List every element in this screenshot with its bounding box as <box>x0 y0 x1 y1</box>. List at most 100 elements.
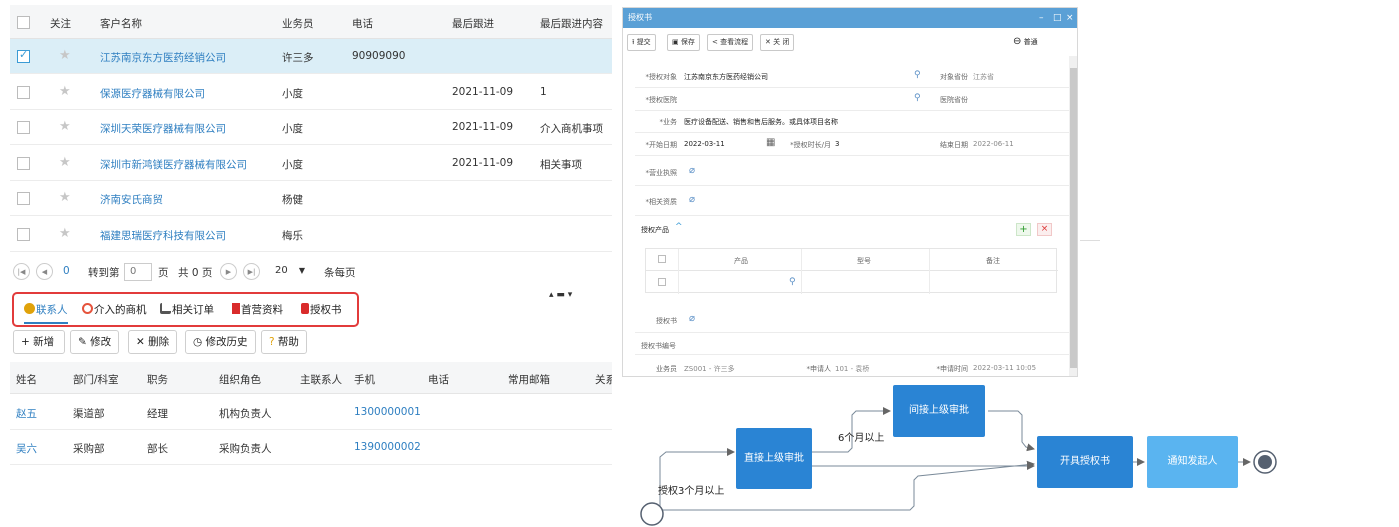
header-contact-name[interactable]: 姓名 <box>16 372 37 387</box>
select-all-checkbox[interactable] <box>17 16 30 29</box>
customer-name-link[interactable]: 保源医疗器械有限公司 <box>100 86 205 101</box>
first-page-icon[interactable]: |◀ <box>13 263 30 280</box>
search-icon[interactable]: ⚲ <box>914 93 921 103</box>
search-icon[interactable]: ⚲ <box>789 277 796 287</box>
contact-name-link[interactable]: 赵五 <box>16 406 37 421</box>
letter-no-label: 授权书编号 <box>641 342 676 350</box>
business-value[interactable]: 医疗设备配送、销售和售后服务。或具体项目名称 <box>684 117 838 127</box>
chevron-up-icon[interactable]: ^ <box>675 222 683 232</box>
months-value[interactable]: 3 <box>835 140 839 148</box>
calendar-icon[interactable]: ▦ <box>766 137 775 148</box>
mode-label: 普通 <box>1023 38 1038 46</box>
contact-name-link[interactable]: 吴六 <box>16 441 37 456</box>
history-button[interactable]: ◷ 修改历史 <box>185 330 256 354</box>
header-main-contact[interactable]: 主联系人 <box>300 372 342 387</box>
header-customer-name[interactable]: 客户名称 <box>100 16 142 31</box>
row-checkbox[interactable] <box>17 192 30 205</box>
table-row[interactable]: ★ 江苏南京东方医药经销公司 许三多 90909090 <box>10 39 612 74</box>
mobile-cell[interactable]: 1390000002 <box>354 441 421 453</box>
table-row[interactable]: ★ 福建思瑞医疗科技有限公司 梅乐 <box>10 217 612 252</box>
close-label: 关 闭 <box>773 38 790 46</box>
header-last-follow-content[interactable]: 最后跟进内容 <box>540 16 603 31</box>
direct-approval-node[interactable]: 直接上级审批 <box>736 428 812 489</box>
row-checkbox[interactable] <box>17 156 30 170</box>
star-icon[interactable]: ★ <box>59 190 71 205</box>
search-icon[interactable]: ⚲ <box>914 70 921 80</box>
header-phone[interactable]: 电话 <box>352 16 373 31</box>
add-row-icon[interactable]: + <box>1016 223 1031 236</box>
customer-name-link[interactable]: 福建思瑞医疗科技有限公司 <box>100 228 226 243</box>
tab-authorization[interactable]: 授权书 <box>301 302 342 317</box>
issue-letter-node[interactable]: 开具授权书 <box>1037 436 1133 488</box>
header-email[interactable]: 常用邮箱 <box>508 372 550 387</box>
header-last-follow[interactable]: 最后跟进 <box>452 16 494 31</box>
prev-page-icon[interactable]: ◀ <box>36 263 53 280</box>
star-icon[interactable]: ★ <box>59 155 71 170</box>
header-relation[interactable]: 关系 <box>595 372 612 387</box>
add-button[interactable]: + 新增 <box>13 330 65 354</box>
start-date-value[interactable]: 2022-03-11 <box>684 140 725 148</box>
edit-button[interactable]: ✎ 修改 <box>70 330 120 354</box>
page-size-select[interactable]: 20 ▼ <box>270 263 320 281</box>
close-icon[interactable]: × <box>1066 8 1074 28</box>
row-checkbox[interactable] <box>17 227 30 241</box>
maximize-icon[interactable]: □ <box>1053 8 1062 28</box>
customer-name-link[interactable]: 深圳天荣医疗器械有限公司 <box>100 121 226 136</box>
table-row[interactable]: ★ 深圳市新鸿镁医疗器械有限公司 小度 2021-11-09 相关事项 <box>10 146 612 181</box>
star-icon[interactable]: ★ <box>59 48 71 63</box>
tab-orders[interactable]: 相关订单 <box>160 302 214 317</box>
help-button[interactable]: ? 帮助 <box>261 330 307 354</box>
row-checkbox[interactable] <box>17 121 30 134</box>
attachment-icon[interactable]: ⌀ <box>689 194 695 205</box>
view-flow-button[interactable]: < 查看流程 <box>707 34 754 51</box>
customer-name-link[interactable]: 深圳市新鸿镁医疗器械有限公司 <box>100 157 247 172</box>
role-cell: 机构负责人 <box>219 408 272 420</box>
dialog-scrollbar[interactable] <box>1069 56 1077 376</box>
scroll-thumb[interactable] <box>1070 68 1077 368</box>
attachment-icon[interactable]: ⌀ <box>689 313 695 324</box>
products-select-all[interactable] <box>658 255 666 263</box>
row-checkbox[interactable] <box>17 85 30 99</box>
submit-button[interactable]: ⭱ 提交 <box>627 34 656 51</box>
tab-opportunities[interactable]: 介入的商机 <box>82 302 147 317</box>
star-icon[interactable]: ★ <box>59 84 71 99</box>
last-page-icon[interactable]: ▶| <box>243 263 260 280</box>
minimize-icon[interactable]: – <box>1039 8 1044 28</box>
tab-label: 授权书 <box>310 304 342 316</box>
indirect-approval-node[interactable]: 间接上级审批 <box>893 385 985 437</box>
header-org-role[interactable]: 组织角色 <box>219 372 261 387</box>
header-mobile[interactable]: 手机 <box>354 372 375 387</box>
close-button[interactable]: ✕ 关 闭 <box>760 34 795 51</box>
mode-toggle[interactable]: ⊖ 普通 <box>1013 36 1038 47</box>
header-follow[interactable]: 关注 <box>50 16 71 31</box>
goto-page-input[interactable]: 0 <box>124 263 152 281</box>
table-row[interactable]: 赵五 渠道部 经理 机构负责人 1300000001 <box>10 395 612 430</box>
start-node[interactable] <box>640 502 664 526</box>
table-row[interactable]: 吴六 采购部 部长 采购负责人 1390000002 <box>10 430 612 465</box>
target-value[interactable]: 江苏南京东方医药经销公司 <box>684 72 768 82</box>
save-button[interactable]: ▣ 保存 <box>667 34 700 51</box>
mobile-cell[interactable]: 1300000001 <box>354 406 421 418</box>
notify-initiator-node[interactable]: 通知发起人 <box>1147 436 1238 488</box>
header-dept[interactable]: 部门/科室 <box>73 372 119 387</box>
row-checkbox[interactable] <box>17 48 30 63</box>
star-icon[interactable]: ★ <box>59 119 71 134</box>
phone-cell: 90909090 <box>352 50 406 62</box>
header-tel[interactable]: 电话 <box>428 372 449 387</box>
collapse-handle[interactable]: ▴ ▬ ▾ <box>549 290 572 300</box>
product-row-checkbox[interactable] <box>658 278 666 286</box>
customer-name-link[interactable]: 江苏南京东方医药经销公司 <box>100 50 226 65</box>
table-row[interactable]: ★ 济南安氏商贸 杨健 <box>10 181 612 216</box>
header-title[interactable]: 职务 <box>147 372 168 387</box>
tab-first-materials[interactable]: 首营资料 <box>232 302 283 317</box>
delete-row-icon[interactable]: × <box>1037 223 1052 236</box>
delete-button[interactable]: ✕ 删除 <box>128 330 178 354</box>
customer-name-link[interactable]: 济南安氏商贸 <box>100 192 163 207</box>
header-salesman[interactable]: 业务员 <box>282 16 314 31</box>
table-row[interactable]: ★ 保源医疗器械有限公司 小度 2021-11-09 1 <box>10 75 612 110</box>
attachment-icon[interactable]: ⌀ <box>689 165 695 176</box>
next-page-icon[interactable]: ▶ <box>220 263 237 280</box>
star-icon[interactable]: ★ <box>59 226 71 241</box>
table-row[interactable]: ★ 深圳天荣医疗器械有限公司 小度 2021-11-09 介入商机事项 <box>10 110 612 145</box>
tab-contacts[interactable]: 联系人 <box>24 302 68 324</box>
